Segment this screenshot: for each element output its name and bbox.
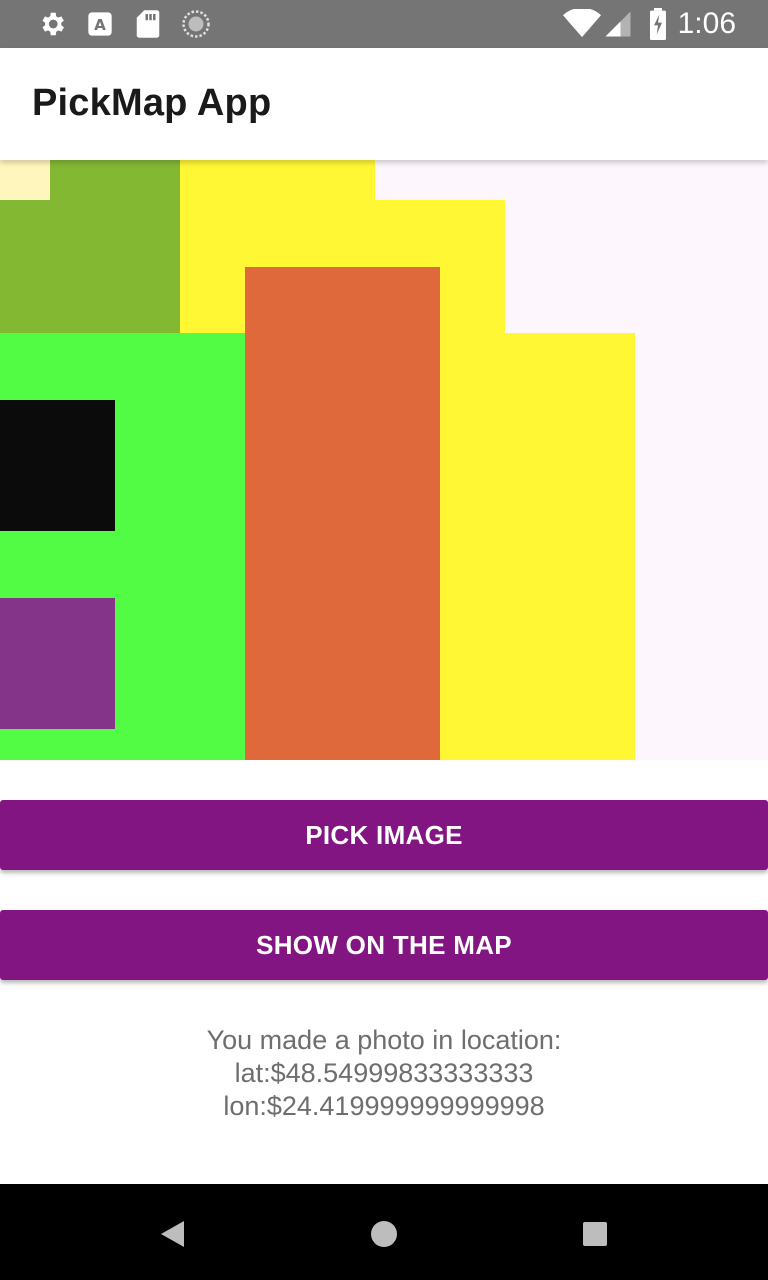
signal-icon [602,8,634,40]
recents-icon[interactable] [575,1214,615,1254]
navigation-bar [0,1184,768,1280]
status-bar: A 1:06 [0,0,768,48]
photo-block-purple [0,598,115,729]
photo-block-olive [0,200,180,333]
wifi-icon [562,8,602,40]
svg-text:A: A [94,16,106,34]
show-on-map-button[interactable]: SHOW ON THE MAP [0,910,768,980]
back-icon[interactable] [152,1214,192,1254]
location-info: You made a photo in location: lat:$48.54… [0,1024,768,1123]
photo-block-black [0,400,115,531]
photo-block-olive-top [50,160,180,200]
picked-photo [0,160,768,760]
sd-card-icon [132,8,164,40]
home-icon[interactable] [364,1214,404,1254]
longitude-value: lon:$24.419999999999998 [223,1091,545,1121]
pick-image-button[interactable]: PICK IMAGE [0,800,768,870]
status-time: 1:06 [677,7,736,40]
app-title: PickMap App [32,82,272,124]
location-caption: You made a photo in location: [206,1025,562,1055]
sync-icon [180,8,212,40]
latitude-value: lat:$48.54999833333333 [234,1058,534,1088]
battery-icon [642,8,674,40]
settings-icon [36,8,68,40]
photo-block-orange [245,267,440,760]
app-bar: PickMap App [0,48,768,160]
photo-block-yellow-right [440,333,635,760]
photo-block-cream [0,160,50,200]
text-a-icon: A [84,8,116,40]
